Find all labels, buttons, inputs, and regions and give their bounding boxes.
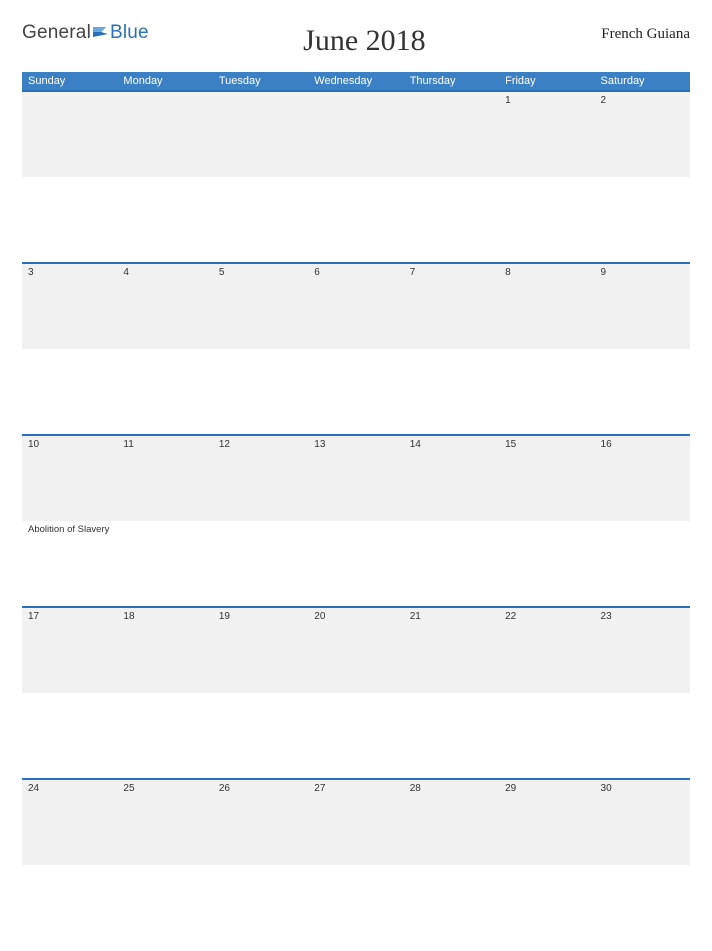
day-number: 26 <box>213 779 308 865</box>
day-cell <box>595 693 690 779</box>
day-number: 9 <box>595 263 690 349</box>
week-body-row: Abolition of Slavery <box>22 521 690 607</box>
day-cell <box>117 349 212 435</box>
day-number: 3 <box>22 263 117 349</box>
day-cell <box>595 177 690 263</box>
weekday-header: Friday <box>499 72 594 91</box>
week-row: 1 2 <box>22 91 690 177</box>
day-cell <box>117 865 212 951</box>
weekday-header: Saturday <box>595 72 690 91</box>
day-cell <box>499 349 594 435</box>
day-number: 13 <box>308 435 403 521</box>
week-row: 3 4 5 6 7 8 9 <box>22 263 690 349</box>
day-cell <box>213 693 308 779</box>
day-number <box>22 91 117 177</box>
day-number: 23 <box>595 607 690 693</box>
day-cell <box>117 693 212 779</box>
day-number: 5 <box>213 263 308 349</box>
weekday-header: Wednesday <box>308 72 403 91</box>
day-number: 27 <box>308 779 403 865</box>
day-number: 21 <box>404 607 499 693</box>
day-cell <box>22 349 117 435</box>
day-number: 16 <box>595 435 690 521</box>
day-cell <box>22 865 117 951</box>
brand-text-blue: Blue <box>110 22 149 44</box>
day-cell <box>404 349 499 435</box>
day-number: 7 <box>404 263 499 349</box>
day-cell <box>499 865 594 951</box>
day-cell <box>404 521 499 607</box>
day-number <box>404 91 499 177</box>
day-number: 29 <box>499 779 594 865</box>
weekday-header-row: Sunday Monday Tuesday Wednesday Thursday… <box>22 72 690 91</box>
day-number: 25 <box>117 779 212 865</box>
week-row: 10 11 12 13 14 15 16 <box>22 435 690 521</box>
day-number: 8 <box>499 263 594 349</box>
day-number: 24 <box>22 779 117 865</box>
week-row: 17 18 19 20 21 22 23 <box>22 607 690 693</box>
region-label: French Guiana <box>580 26 690 43</box>
weekday-header: Sunday <box>22 72 117 91</box>
day-number: 10 <box>22 435 117 521</box>
day-cell: Abolition of Slavery <box>22 521 117 607</box>
weekday-header: Monday <box>117 72 212 91</box>
flag-icon <box>92 25 110 41</box>
page-title: June 2018 <box>149 24 580 58</box>
day-cell <box>213 865 308 951</box>
week-row: 24 25 26 27 28 29 30 <box>22 779 690 865</box>
day-cell <box>213 177 308 263</box>
day-number: 18 <box>117 607 212 693</box>
day-cell <box>213 521 308 607</box>
day-number: 14 <box>404 435 499 521</box>
day-number: 20 <box>308 607 403 693</box>
day-number: 19 <box>213 607 308 693</box>
day-number <box>213 91 308 177</box>
header: General Blue June 2018 French Guiana <box>22 18 690 58</box>
day-cell <box>595 521 690 607</box>
day-cell <box>595 349 690 435</box>
day-number: 28 <box>404 779 499 865</box>
day-number: 30 <box>595 779 690 865</box>
day-number: 15 <box>499 435 594 521</box>
day-cell <box>499 521 594 607</box>
day-number: 12 <box>213 435 308 521</box>
calendar-body: 1 2 3 4 5 6 7 8 9 <box>22 91 690 951</box>
day-cell <box>595 865 690 951</box>
day-event: Abolition of Slavery <box>28 524 109 535</box>
day-cell <box>308 177 403 263</box>
week-body-row <box>22 865 690 951</box>
week-body-row <box>22 349 690 435</box>
week-body-row <box>22 693 690 779</box>
day-cell <box>117 177 212 263</box>
day-cell <box>308 349 403 435</box>
day-number: 4 <box>117 263 212 349</box>
day-cell <box>22 693 117 779</box>
day-cell <box>404 865 499 951</box>
day-cell <box>213 349 308 435</box>
day-number: 1 <box>499 91 594 177</box>
day-cell <box>22 177 117 263</box>
day-cell <box>404 693 499 779</box>
day-number: 6 <box>308 263 403 349</box>
day-number <box>117 91 212 177</box>
weekday-header: Thursday <box>404 72 499 91</box>
calendar: Sunday Monday Tuesday Wednesday Thursday… <box>22 72 690 951</box>
week-body-row <box>22 177 690 263</box>
day-cell <box>308 521 403 607</box>
brand-logo: General Blue <box>22 22 149 44</box>
day-cell <box>308 865 403 951</box>
day-cell <box>308 693 403 779</box>
day-number: 22 <box>499 607 594 693</box>
day-cell <box>404 177 499 263</box>
day-number <box>308 91 403 177</box>
day-cell <box>117 521 212 607</box>
brand-text-general: General <box>22 22 91 44</box>
weekday-header: Tuesday <box>213 72 308 91</box>
day-number: 2 <box>595 91 690 177</box>
day-cell <box>499 693 594 779</box>
day-number: 17 <box>22 607 117 693</box>
day-cell <box>499 177 594 263</box>
day-number: 11 <box>117 435 212 521</box>
